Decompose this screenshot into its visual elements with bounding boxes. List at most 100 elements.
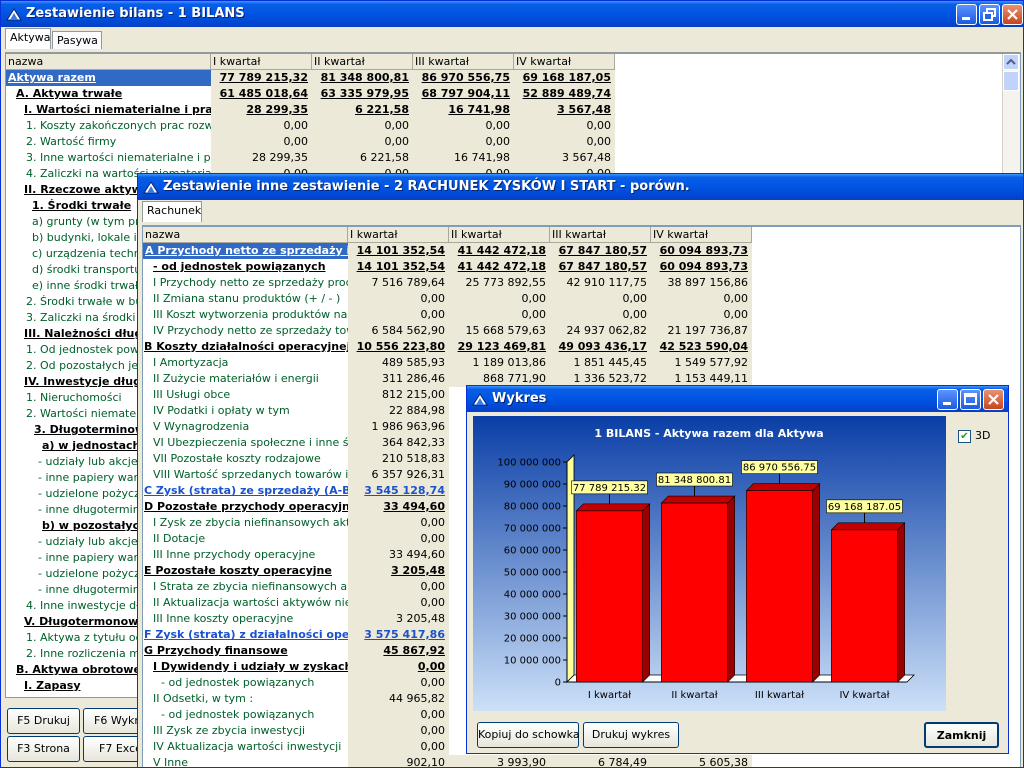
row-value: 0,00 [348,595,449,611]
bar-side [897,522,905,683]
chart-titlebar[interactable]: Wykres [467,386,1008,412]
scroll-up-button[interactable] [1003,54,1019,70]
row-name: III Koszt wytworzenia produktów na włas [153,308,348,321]
column-header-0[interactable]: nazwa [6,54,211,70]
row-name: I Przychody netto ze sprzedaży produkt [153,276,348,289]
y-tick-label: 60 000 000 [504,546,561,557]
row-name: I. Wartości niematerialne i prawne [24,103,211,116]
column-header-3[interactable]: III kwartał [413,54,514,70]
row-value: 60 094 893,73 [651,259,752,275]
tab-rachunek[interactable]: Rachunek [142,201,202,222]
bar [661,502,728,683]
tab-pasywa[interactable]: Pasywa [52,31,102,49]
table-row[interactable]: 1. Koszty zakończonych prac rozwojowych0… [6,118,616,134]
row-value: 16 741,98 [413,150,514,166]
table-row[interactable]: 3. Inne wartości niematerialne i prawne2… [6,150,616,166]
table-row[interactable]: 2. Wartość firmy 0,00 0,00 0,00 0,00 [6,134,616,150]
row-value: 25 773 892,55 [449,275,550,291]
column-header-4[interactable]: IV kwartał [514,54,615,70]
3d-checkbox-label[interactable]: 3D [975,429,990,442]
row-value: 42 523 590,04 [651,339,752,355]
rachunek-titlebar[interactable]: Zestawienie inne zestawienie - 2 RACHUNE… [138,174,1023,200]
row-value: 6 584 562,90 [348,323,449,339]
table-row[interactable]: V Inne 902,10 3 993,90 6 784,49 5 605,38 [143,755,753,767]
table-row[interactable]: A. Aktywa trwałe 61 485 018,64 63 335 979,… [6,86,616,102]
restore-button[interactable] [979,4,1000,25]
row-value: 3 545 128,74 [348,483,449,499]
row-value: 6 221,58 [312,150,413,166]
close-chart-button[interactable]: Zamknij [924,722,999,748]
column-header-2[interactable]: II kwartał [312,54,413,70]
row-value: 364 842,33 [348,435,449,451]
close-button[interactable] [1002,4,1023,25]
y-tick-label: 40 000 000 [504,590,561,601]
row-name: D Pozostałe przychody operacyjne [144,500,348,513]
row-name: I Strata ze zbycia niefinansowych aktyw [153,580,348,593]
column-header-0[interactable]: nazwa [143,227,348,243]
data-label: 77 789 215.32 [573,483,646,494]
row-value: 0,00 [514,134,615,150]
excel-button[interactable]: F7 Exce [83,736,143,762]
page-button[interactable]: F3 Strona [7,736,80,762]
bar [831,529,898,683]
row-value: 49 093 436,17 [550,339,651,355]
minimize-button[interactable] [937,389,958,410]
scroll-thumb[interactable] [1003,71,1019,91]
row-value: 6 221,58 [312,102,413,118]
table-row[interactable]: II Zmiana stanu produktów (+ / - ) 0,00 0,… [143,291,753,307]
close-icon [988,394,999,405]
table-row[interactable]: B Koszty działalności operacyjnej 10 556 … [143,339,753,355]
row-name: IV Podatki i opłaty w tym [153,404,290,417]
table-row[interactable]: Aktywa razem 77 789 215,32 81 348 800,81 86… [6,70,616,86]
bar [746,490,813,683]
bilans-titlebar[interactable]: Zestawienie bilans - 1 BILANS [1,1,1023,27]
column-header-2[interactable]: II kwartał [449,227,550,243]
copy-to-clipboard-button[interactable]: Kopiuj do schowka [477,722,580,748]
maximize-icon [964,393,977,405]
row-name: IV Aktualizacja wartości inwestycji [153,740,342,753]
row-name: VIII Wartość sprzedanych towarów i mat [153,468,348,481]
table-row[interactable]: A Przychody netto ze sprzedaży i zr 14 10… [143,243,753,259]
row-value: 311 286,46 [348,371,449,387]
minimize-button[interactable] [956,4,977,25]
table-row[interactable]: IV Przychody netto ze sprzedaży towarów6… [143,323,753,339]
app-icon [6,8,22,21]
row-value: 41 442 472,18 [449,243,550,259]
table-row[interactable]: I. Wartości niematerialne i prawne28 299… [6,102,616,118]
tab-aktywa[interactable]: Aktywa [5,28,51,49]
row-value: 0,00 [312,134,413,150]
maximize-button[interactable] [960,389,981,410]
column-header-3[interactable]: III kwartał [550,227,651,243]
table-row[interactable]: I Amortyzacja 489 585,93 1 189 013,86 1 851… [143,355,753,371]
table-row[interactable]: - od jednostek powiązanych 14 101 352,54 4… [143,259,753,275]
3d-checkbox[interactable]: ✔ [958,430,971,443]
chart-button[interactable]: F6 Wykr [83,708,143,734]
print-chart-button[interactable]: Drukuj wykres [583,722,679,748]
y-tick-label: 20 000 000 [504,634,561,645]
row-value: 1 549 577,92 [651,355,752,371]
row-name: VII Pozostałe koszty rodzajowe [153,452,321,465]
row-value: 0,00 [312,118,413,134]
row-name: - od jednostek powiązanych [161,676,315,689]
row-name: II Aktualizacja wartości aktywów niefina… [153,596,348,609]
y-tick-label: 90 000 000 [504,480,561,491]
column-header-1[interactable]: I kwartał [211,54,312,70]
table-row[interactable]: I Przychody netto ze sprzedaży produkt7 … [143,275,753,291]
table-row[interactable]: III Koszt wytworzenia produktów na włas0… [143,307,753,323]
x-tick-label: III kwartał [755,690,804,701]
row-value: 21 197 736,87 [651,323,752,339]
row-value: 61 485 018,64 [211,86,312,102]
column-header-4[interactable]: IV kwartał [651,227,752,243]
row-name: I Dywidendy i udziały w zyskach, [153,660,348,673]
row-name: E Pozostałe koszty operacyjne [144,564,332,577]
row-name: II Dotacje [153,532,206,545]
close-button[interactable] [983,389,1004,410]
column-header-1[interactable]: I kwartał [348,227,449,243]
minimize-icon [943,402,951,405]
row-value: 0,00 [413,134,514,150]
row-value: 77 789 215,32 [211,70,312,86]
chart-window-title: Wykres [492,391,547,406]
row-value: 1 851 445,45 [550,355,651,371]
row-value: 68 797 904,11 [413,86,514,102]
print-button[interactable]: F5 Drukuj [7,708,80,734]
